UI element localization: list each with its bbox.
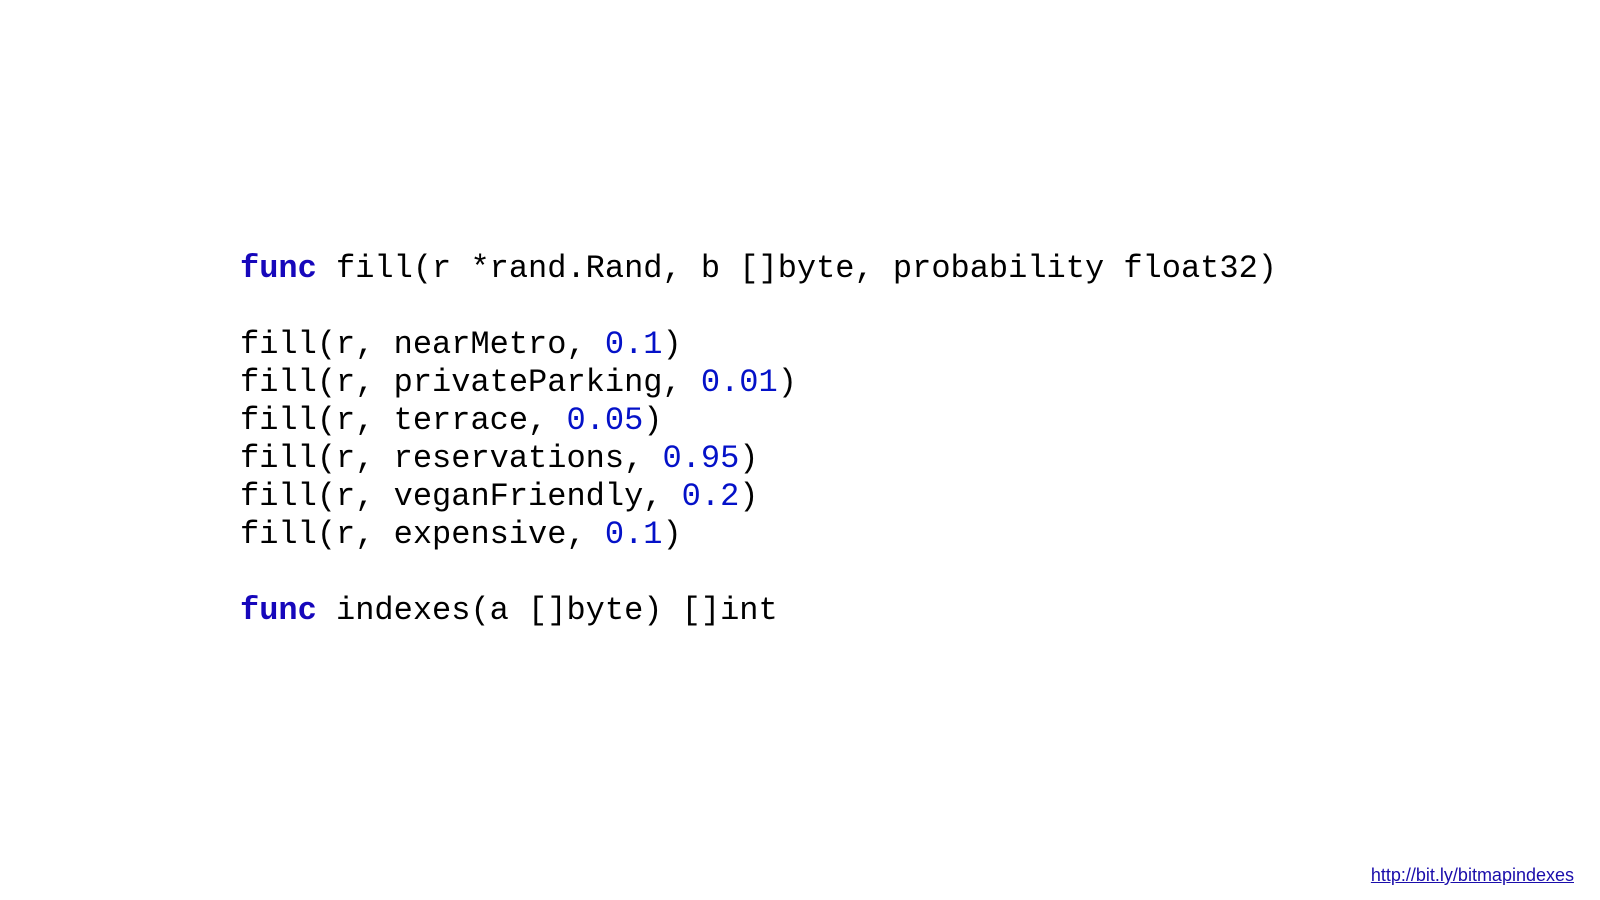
sig-indexes: indexes(a []byte) []int (317, 592, 778, 629)
footer-link[interactable]: http://bit.ly/bitmapindexes (1371, 865, 1574, 886)
call-2-num: 0.01 (701, 364, 778, 401)
call-3-a: fill(r, terrace, (240, 402, 566, 439)
code-block: func fill(r *rand.Rand, b []byte, probab… (240, 250, 1277, 630)
call-4-a: fill(r, reservations, (240, 440, 662, 477)
call-4-num: 0.95 (662, 440, 739, 477)
call-3-b: ) (643, 402, 662, 439)
keyword-func-1: func (240, 250, 317, 287)
call-5-num: 0.2 (682, 478, 740, 515)
call-5-a: fill(r, veganFriendly, (240, 478, 682, 515)
call-6-num: 0.1 (605, 516, 663, 553)
slide: func fill(r *rand.Rand, b []byte, probab… (0, 0, 1600, 900)
keyword-func-2: func (240, 592, 317, 629)
call-1-b: ) (662, 326, 681, 363)
call-4-b: ) (739, 440, 758, 477)
call-6-b: ) (662, 516, 681, 553)
call-1-a: fill(r, nearMetro, (240, 326, 605, 363)
call-1-num: 0.1 (605, 326, 663, 363)
call-6-a: fill(r, expensive, (240, 516, 605, 553)
call-5-b: ) (739, 478, 758, 515)
call-2-a: fill(r, privateParking, (240, 364, 701, 401)
sig-fill: fill(r *rand.Rand, b []byte, probability… (317, 250, 1277, 287)
call-2-b: ) (778, 364, 797, 401)
call-3-num: 0.05 (566, 402, 643, 439)
